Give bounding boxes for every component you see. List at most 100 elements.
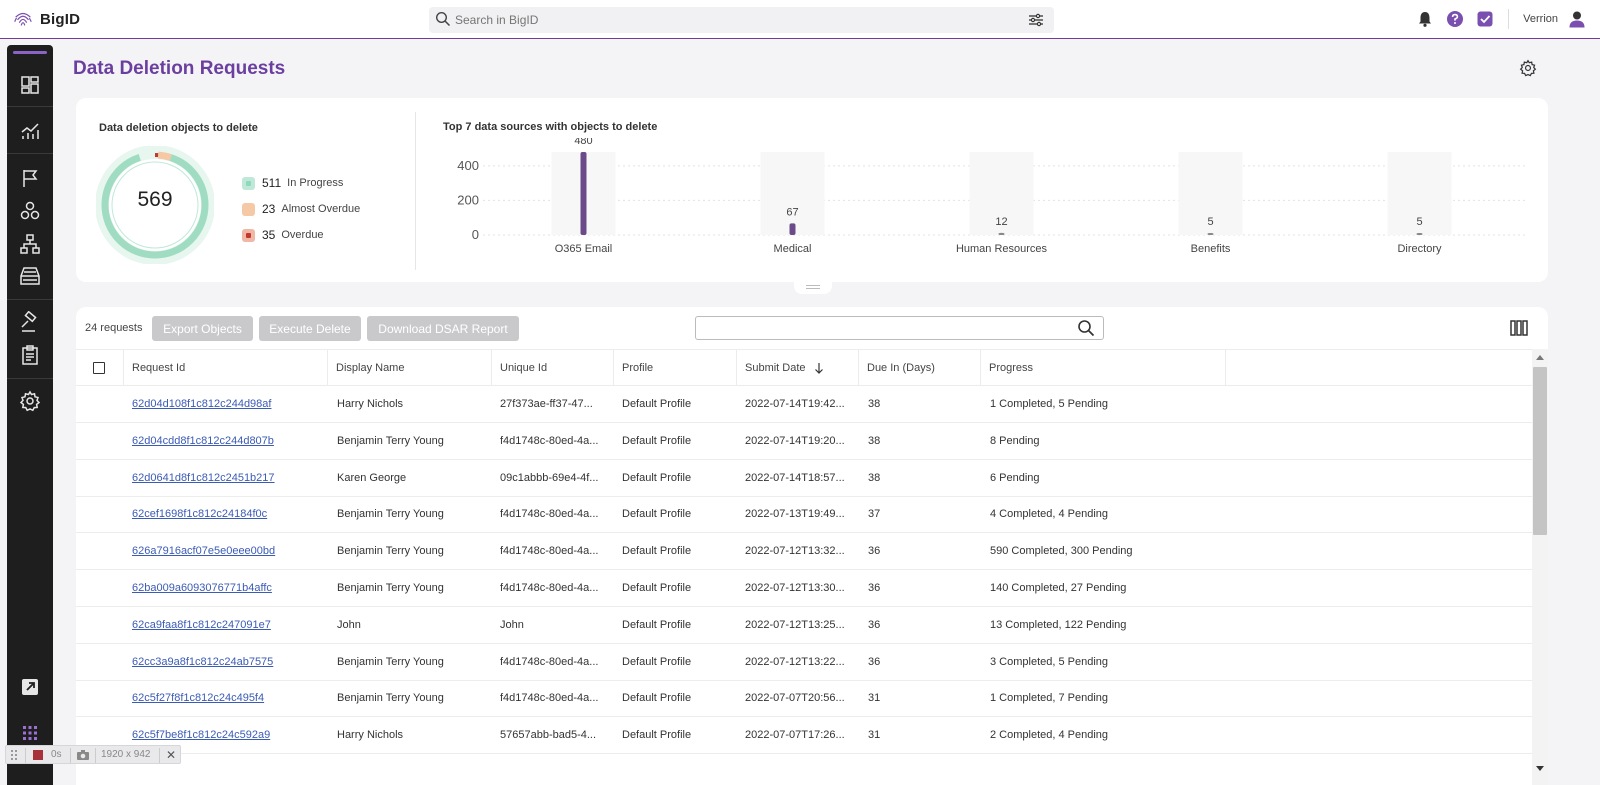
recording-time: 0s <box>51 749 62 760</box>
bar-value-label: 67 <box>786 206 798 218</box>
clipboard-icon[interactable] <box>19 344 41 366</box>
due-in-days-cell: 36 <box>868 618 881 631</box>
screen-recorder-toolbar: 0s 1920 x 942 ✕ <box>5 745 181 764</box>
app-logo[interactable]: BigID <box>12 8 80 30</box>
request-id-link[interactable]: 62d04d108f1c812c244d98af <box>132 386 312 422</box>
close-icon[interactable]: ✕ <box>166 748 176 762</box>
x-category-label: Benefits <box>1191 243 1231 255</box>
progress-cell: 1 Completed, 5 Pending <box>990 398 1109 410</box>
user-avatar-icon[interactable] <box>1568 10 1586 28</box>
display-name-cell: Harry Nichols <box>337 729 404 742</box>
due-in-days-cell: 31 <box>868 729 881 742</box>
bar-human-resources <box>998 232 1005 235</box>
progress-cell: 2 Completed, 4 Pending <box>990 729 1109 742</box>
download-dsar-report-button[interactable]: Download DSAR Report <box>367 316 519 341</box>
export-objects-button[interactable]: Export Objects <box>152 316 253 341</box>
request-id-link[interactable]: 62ca9faa8f1c812c247091e7 <box>132 607 312 643</box>
unique-id-cell: f4d1748c-80ed-4a... <box>500 508 599 521</box>
bell-icon[interactable] <box>1416 10 1434 28</box>
table-row[interactable]: 626a7916acf07e5e0eee00bd Benjamin Terry Y… <box>76 533 1532 571</box>
execute-delete-button[interactable]: Execute Delete <box>259 316 361 341</box>
legend-swatch <box>242 176 255 190</box>
table-search-input[interactable] <box>702 320 1062 336</box>
recorder-separator <box>25 748 26 763</box>
columns-toggle-icon[interactable] <box>1510 320 1528 336</box>
user-name[interactable]: Verrion <box>1523 13 1558 25</box>
table-row[interactable]: 62ca9faa8f1c812c247091e7 John John Default … <box>76 607 1532 644</box>
display-name-cell: Harry Nichols <box>337 398 404 410</box>
tasks-check-icon[interactable] <box>1476 10 1494 28</box>
panel-resize-handle[interactable] <box>794 280 832 294</box>
inventory-tray-icon[interactable] <box>19 265 41 287</box>
due-in-days-cell: 38 <box>868 471 881 484</box>
sidebar-separator <box>7 106 53 107</box>
profile-cell: Default Profile <box>622 434 692 447</box>
column-header-request-id[interactable]: Request Id <box>124 350 328 386</box>
apps-grid-icon[interactable] <box>19 722 41 744</box>
request-id-link[interactable]: 62cef1698f1c812c24184f0c <box>132 496 312 532</box>
gear-icon[interactable] <box>19 390 41 412</box>
sort-descending-arrow-icon[interactable] <box>814 362 824 374</box>
analytics-chart-icon[interactable] <box>19 120 41 142</box>
column-header-due-in[interactable]: Due In (Days) <box>859 350 981 386</box>
progress-cell: 590 Completed, 300 Pending <box>990 545 1133 558</box>
column-header-profile[interactable]: Profile <box>614 350 737 386</box>
request-id-link[interactable]: 626a7916acf07e5e0eee00bd <box>132 533 312 569</box>
request-id-link[interactable]: 62c5f27f8f1c812c24c495f4 <box>132 680 312 716</box>
unique-id-cell: 27f373ae-ff37-47... <box>500 398 593 410</box>
submit-date-cell: 2022-07-07T20:56... <box>745 692 845 705</box>
table-row[interactable]: 62c5f27f8f1c812c24c495f4 Benjamin Terry Y… <box>76 680 1532 718</box>
flag-icon[interactable] <box>19 167 41 189</box>
request-id-link[interactable]: 62ba009a6093076771b4affc <box>132 570 312 606</box>
global-search-input[interactable] <box>455 10 995 30</box>
request-id-link[interactable]: 62d0641d8f1c812c2451b217 <box>132 460 312 496</box>
profile-cell: Default Profile <box>622 618 692 631</box>
clusters-icon[interactable] <box>19 200 41 222</box>
global-search[interactable] <box>429 7 1054 33</box>
column-header-progress[interactable]: Progress <box>981 350 1226 386</box>
column-header-unique-id[interactable]: Unique Id <box>492 350 614 386</box>
display-name-cell: Benjamin Terry Young <box>337 692 444 705</box>
select-all-checkbox[interactable] <box>93 362 105 374</box>
requests-table-card: 24 requests Export Objects Execute Delet… <box>76 307 1548 785</box>
search-icon[interactable] <box>1077 319 1095 337</box>
due-in-days-cell: 36 <box>868 545 881 558</box>
profile-cell: Default Profile <box>622 692 692 705</box>
table-row[interactable]: 62d0641d8f1c812c2451b217 Karen George 09c1… <box>76 460 1532 497</box>
bar-background <box>760 152 825 235</box>
request-id-link[interactable]: 62d04cdd8f1c812c244d807b <box>132 423 312 459</box>
drag-handle-icon[interactable] <box>11 750 17 760</box>
hierarchy-icon[interactable] <box>19 233 41 255</box>
unique-id-cell: f4d1748c-80ed-4a... <box>500 655 599 668</box>
column-header-display-name[interactable]: Display Name <box>328 350 492 386</box>
scroll-up-arrow-icon[interactable] <box>1536 355 1544 360</box>
table-row[interactable]: 62cc3a9a8f1c812c24ab7575 Benjamin Terry Y… <box>76 644 1532 681</box>
table-scrollbar[interactable] <box>1532 349 1548 785</box>
x-category-label: Human Resources <box>956 243 1048 255</box>
external-link-icon[interactable] <box>19 676 41 698</box>
gavel-icon[interactable] <box>19 311 41 333</box>
column-header-submit-date[interactable]: Submit Date <box>737 350 859 386</box>
help-icon[interactable] <box>1446 10 1464 28</box>
table-row[interactable]: 62c5f7be8f1c812c24c592a9 Harry Nichols 576… <box>76 717 1532 755</box>
stop-recording-icon[interactable] <box>33 750 43 760</box>
table-header: Request Id Display Name Unique Id Profil… <box>76 349 1532 386</box>
filter-sliders-icon[interactable] <box>1028 12 1044 28</box>
table-row[interactable]: 62cef1698f1c812c24184f0c Benjamin Terry Y… <box>76 496 1532 534</box>
table-row[interactable]: 62ba009a6093076771b4affc Benjamin Terry Y… <box>76 570 1532 607</box>
bar-directory <box>1416 233 1423 235</box>
display-name-cell: Benjamin Terry Young <box>337 582 444 594</box>
table-row[interactable]: 62d04d108f1c812c244d98af Harry Nichols 27f… <box>76 386 1532 423</box>
due-in-days-cell: 36 <box>868 582 881 594</box>
scroll-down-arrow-icon[interactable] <box>1536 766 1544 771</box>
table-row[interactable]: 62d04cdd8f1c812c244d807b Benjamin Terry Y… <box>76 423 1532 460</box>
submit-date-cell: 2022-07-14T18:57... <box>745 471 845 484</box>
dashboard-icon[interactable] <box>19 74 41 96</box>
select-all-cell <box>76 350 124 386</box>
progress-cell: 8 Pending <box>990 434 1040 447</box>
page-settings-gear-icon[interactable] <box>1519 59 1537 77</box>
request-id-link[interactable]: 62cc3a9a8f1c812c24ab7575 <box>132 644 312 680</box>
camera-icon[interactable] <box>76 749 90 761</box>
scrollbar-thumb[interactable] <box>1533 367 1547 535</box>
table-search[interactable] <box>695 316 1104 340</box>
